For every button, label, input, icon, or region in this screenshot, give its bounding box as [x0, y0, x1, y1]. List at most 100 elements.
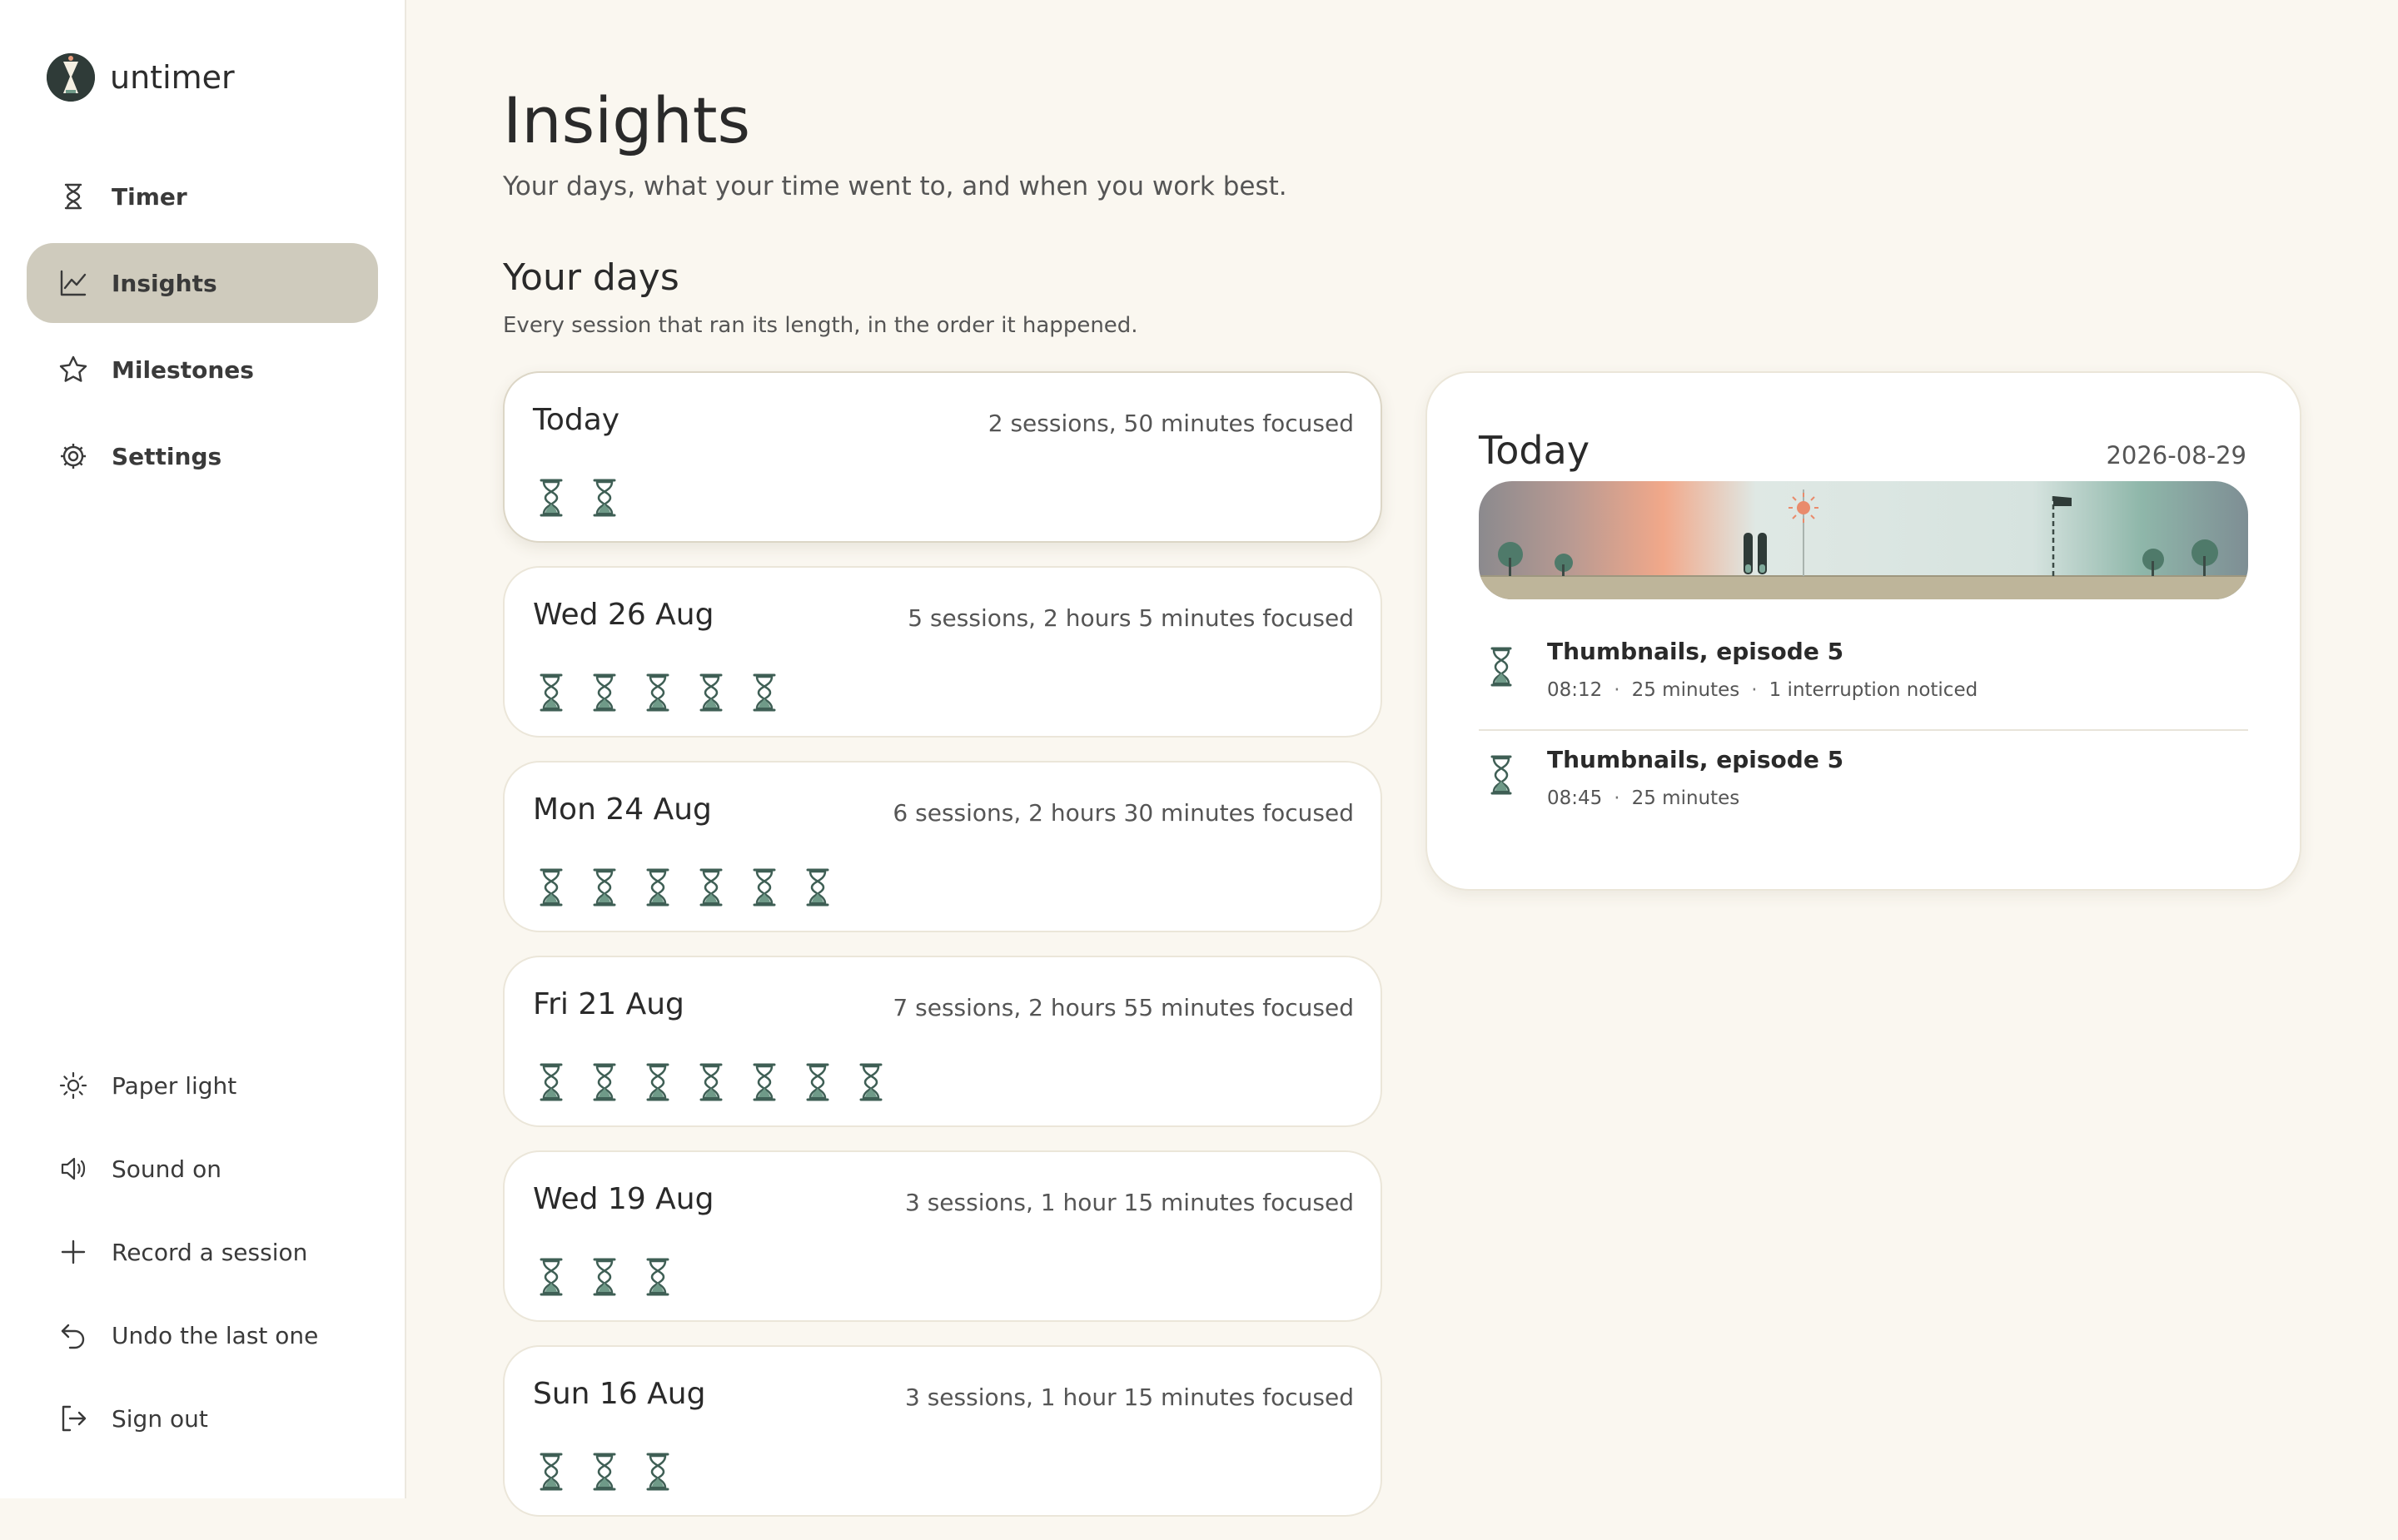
- session-hourglasses: [538, 478, 644, 518]
- session-meta: 08:12 · 25 minutes · 1 interruption noticed: [1547, 679, 1978, 701]
- session-title: Thumbnails, episode 5: [1547, 746, 1844, 773]
- day-landscape-illustration: [1479, 481, 2248, 599]
- gear-icon: [57, 440, 90, 473]
- hourglass-icon: [1490, 647, 1512, 687]
- sidebar: untimer Timer Insights Milestones Settin…: [0, 0, 406, 1498]
- hourglass-icon: [806, 868, 829, 907]
- day-landscape: [1479, 481, 2248, 599]
- nav-item-milestones[interactable]: Milestones: [27, 330, 378, 410]
- theme-toggle-label: Paper light: [112, 1071, 237, 1100]
- record-session-label: Record a session: [112, 1238, 308, 1266]
- day-name: Sun 16 Aug: [533, 1377, 706, 1411]
- section-subtitle: Every session that ran its length, in th…: [503, 313, 1138, 338]
- hourglass-icon: [540, 868, 563, 907]
- app-name: untimer: [110, 59, 235, 96]
- day-name: Wed 19 Aug: [533, 1182, 714, 1216]
- hourglass-icon: [753, 1063, 776, 1101]
- session-hourglasses: [538, 673, 804, 713]
- hourglass-icon: [593, 1453, 616, 1491]
- chart-line-icon: [57, 266, 90, 300]
- sun-icon: [57, 1069, 90, 1102]
- section-title: Your days: [503, 256, 679, 299]
- separator-dot: ·: [1751, 679, 1758, 701]
- day-card[interactable]: Wed 19 Aug 3 sessions, 1 hour 15 minutes…: [503, 1150, 1382, 1322]
- nav-item-settings[interactable]: Settings: [27, 416, 378, 496]
- session-row[interactable]: Thumbnails, episode 5 08:45 · 25 minutes: [1479, 729, 2248, 837]
- star-icon: [57, 353, 90, 386]
- hourglass-icon: [540, 1453, 563, 1491]
- record-session-button[interactable]: Record a session: [27, 1210, 378, 1294]
- day-card[interactable]: Sun 16 Aug 3 sessions, 1 hour 15 minutes…: [503, 1345, 1382, 1517]
- hourglass-icon: [753, 868, 776, 907]
- hourglass-icon: [753, 673, 776, 712]
- sign-out-label: Sign out: [112, 1404, 208, 1433]
- separator-dot: ·: [1614, 679, 1620, 701]
- page-title: Insights: [503, 83, 751, 157]
- utility-menu: Paper light Sound on Record a session Un…: [27, 1044, 378, 1460]
- plus-icon: [57, 1235, 90, 1269]
- hourglass-icon: [646, 1453, 669, 1491]
- sign-out-icon: [57, 1402, 90, 1435]
- day-summary: 2 sessions, 50 minutes focused: [988, 410, 1354, 437]
- undo-icon: [57, 1319, 90, 1352]
- sound-toggle-label: Sound on: [112, 1155, 221, 1183]
- nav-item-timer[interactable]: Timer: [27, 156, 378, 236]
- session-duration: 25 minutes: [1631, 679, 1740, 701]
- day-card[interactable]: Wed 26 Aug 5 sessions, 2 hours 5 minutes…: [503, 566, 1382, 738]
- nav-label-timer: Timer: [112, 182, 187, 211]
- hourglass-icon: [540, 1063, 563, 1101]
- hourglass-icon: [646, 868, 669, 907]
- hourglass-icon: [699, 673, 723, 712]
- day-name: Wed 26 Aug: [533, 598, 714, 632]
- day-detail-panel: Today 2026-08-29 Thumbnails, episode 5 0…: [1425, 371, 2301, 891]
- day-summary: 5 sessions, 2 hours 5 minutes focused: [908, 604, 1354, 632]
- day-card[interactable]: Mon 24 Aug 6 sessions, 2 hours 30 minute…: [503, 761, 1382, 932]
- hourglass-icon: [646, 673, 669, 712]
- session-time: 08:45: [1547, 787, 1603, 809]
- theme-toggle[interactable]: Paper light: [27, 1044, 378, 1127]
- detail-date: 2026-08-29: [2106, 441, 2246, 469]
- session-meta: 08:45 · 25 minutes: [1547, 787, 1739, 809]
- session-hourglasses: [538, 1062, 911, 1102]
- sign-out-button[interactable]: Sign out: [27, 1377, 378, 1460]
- hourglass-icon: [806, 1063, 829, 1101]
- hourglass-icon: [540, 479, 563, 517]
- separator-dot: ·: [1614, 787, 1620, 809]
- session-row[interactable]: Thumbnails, episode 5 08:12 · 25 minutes · 1…: [1479, 623, 2248, 729]
- hourglass-icon: [593, 479, 616, 517]
- hourglass-icon: [646, 1258, 669, 1296]
- nav-label-milestones: Milestones: [112, 355, 254, 384]
- session-time: 08:12: [1547, 679, 1603, 701]
- day-card[interactable]: Today 2 sessions, 50 minutes focused: [503, 371, 1382, 543]
- hourglass-icon: [540, 673, 563, 712]
- hourglass-icon: [699, 868, 723, 907]
- hourglass-icon: [593, 1063, 616, 1101]
- page-subtitle: Your days, what your time went to, and w…: [503, 171, 1287, 201]
- hourglass-icon: [859, 1063, 883, 1101]
- logo-icon: [47, 53, 95, 102]
- day-name: Mon 24 Aug: [533, 792, 712, 827]
- detail-title: Today: [1479, 428, 1590, 473]
- session-hourglasses: [538, 867, 858, 907]
- speaker-icon: [57, 1152, 90, 1185]
- session-title: Thumbnails, episode 5: [1547, 638, 1844, 665]
- undo-button[interactable]: Undo the last one: [27, 1294, 378, 1377]
- day-summary: 3 sessions, 1 hour 15 minutes focused: [905, 1384, 1354, 1411]
- nav-label-insights: Insights: [112, 269, 217, 297]
- main-nav: Timer Insights Milestones Settings: [27, 156, 378, 503]
- hourglass-icon: [646, 1063, 669, 1101]
- session-duration: 25 minutes: [1631, 787, 1740, 809]
- hourglass-icon: [593, 1258, 616, 1296]
- day-summary: 6 sessions, 2 hours 30 minutes focused: [893, 799, 1354, 827]
- nav-label-settings: Settings: [112, 442, 222, 470]
- sound-toggle[interactable]: Sound on: [27, 1127, 378, 1210]
- session-hourglasses: [538, 1452, 698, 1492]
- session-note: 1 interruption noticed: [1769, 679, 1978, 701]
- hourglass-icon: [699, 1063, 723, 1101]
- session-hourglasses: [538, 1257, 698, 1297]
- session-list: Thumbnails, episode 5 08:12 · 25 minutes · 1…: [1479, 623, 2248, 837]
- day-card[interactable]: Fri 21 Aug 7 sessions, 2 hours 55 minute…: [503, 956, 1382, 1127]
- nav-item-insights[interactable]: Insights: [27, 243, 378, 323]
- brand[interactable]: untimer: [47, 53, 235, 102]
- hourglass-icon: [57, 180, 90, 213]
